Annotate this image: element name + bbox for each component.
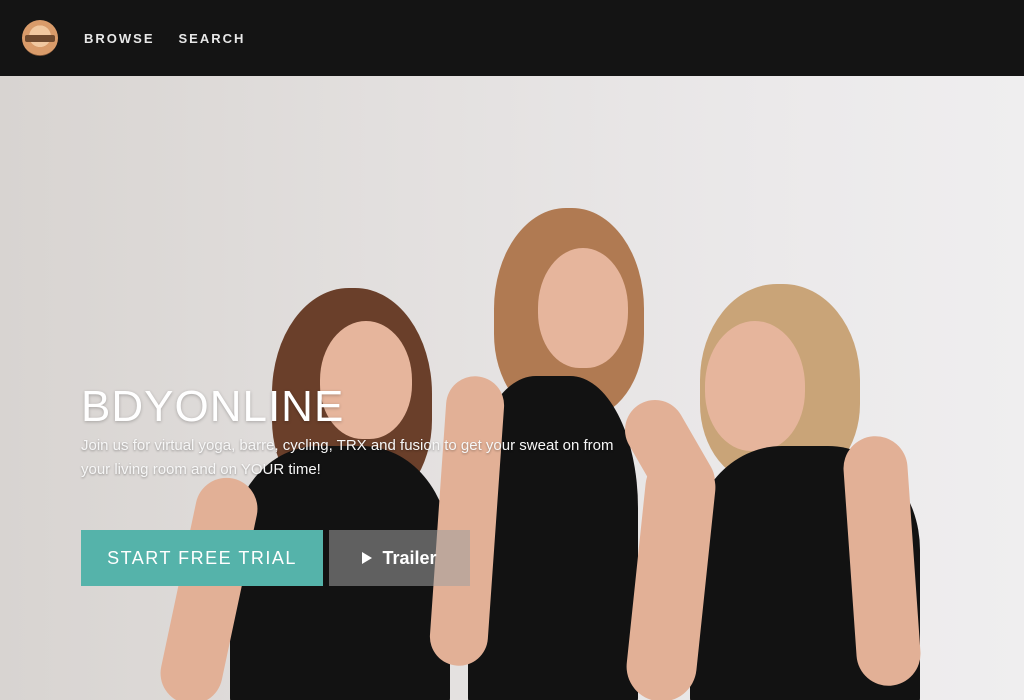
hero-description: Join us for virtual yoga, barre, cycling…: [81, 437, 614, 478]
nav-search-link[interactable]: SEARCH: [179, 31, 246, 46]
hero-title: BDYONLINE: [81, 382, 345, 431]
start-free-trial-button[interactable]: START FREE TRIAL: [81, 530, 323, 586]
brand-logo[interactable]: [22, 20, 58, 56]
hero-text-block: BDYONLINE Join us for virtual yoga, barr…: [81, 382, 661, 482]
start-free-trial-label: START FREE TRIAL: [107, 547, 297, 568]
hero-buttons: START FREE TRIAL Trailer: [81, 530, 470, 586]
main-nav: BROWSE SEARCH: [84, 31, 245, 46]
trailer-label: Trailer: [382, 547, 437, 568]
play-icon: [362, 552, 373, 564]
top-navigation-bar: BROWSE SEARCH: [0, 0, 1024, 76]
hero-section: BDYONLINE Join us for virtual yoga, barr…: [0, 76, 1024, 700]
trailer-button[interactable]: Trailer: [329, 530, 470, 586]
nav-browse-link[interactable]: BROWSE: [84, 31, 155, 46]
